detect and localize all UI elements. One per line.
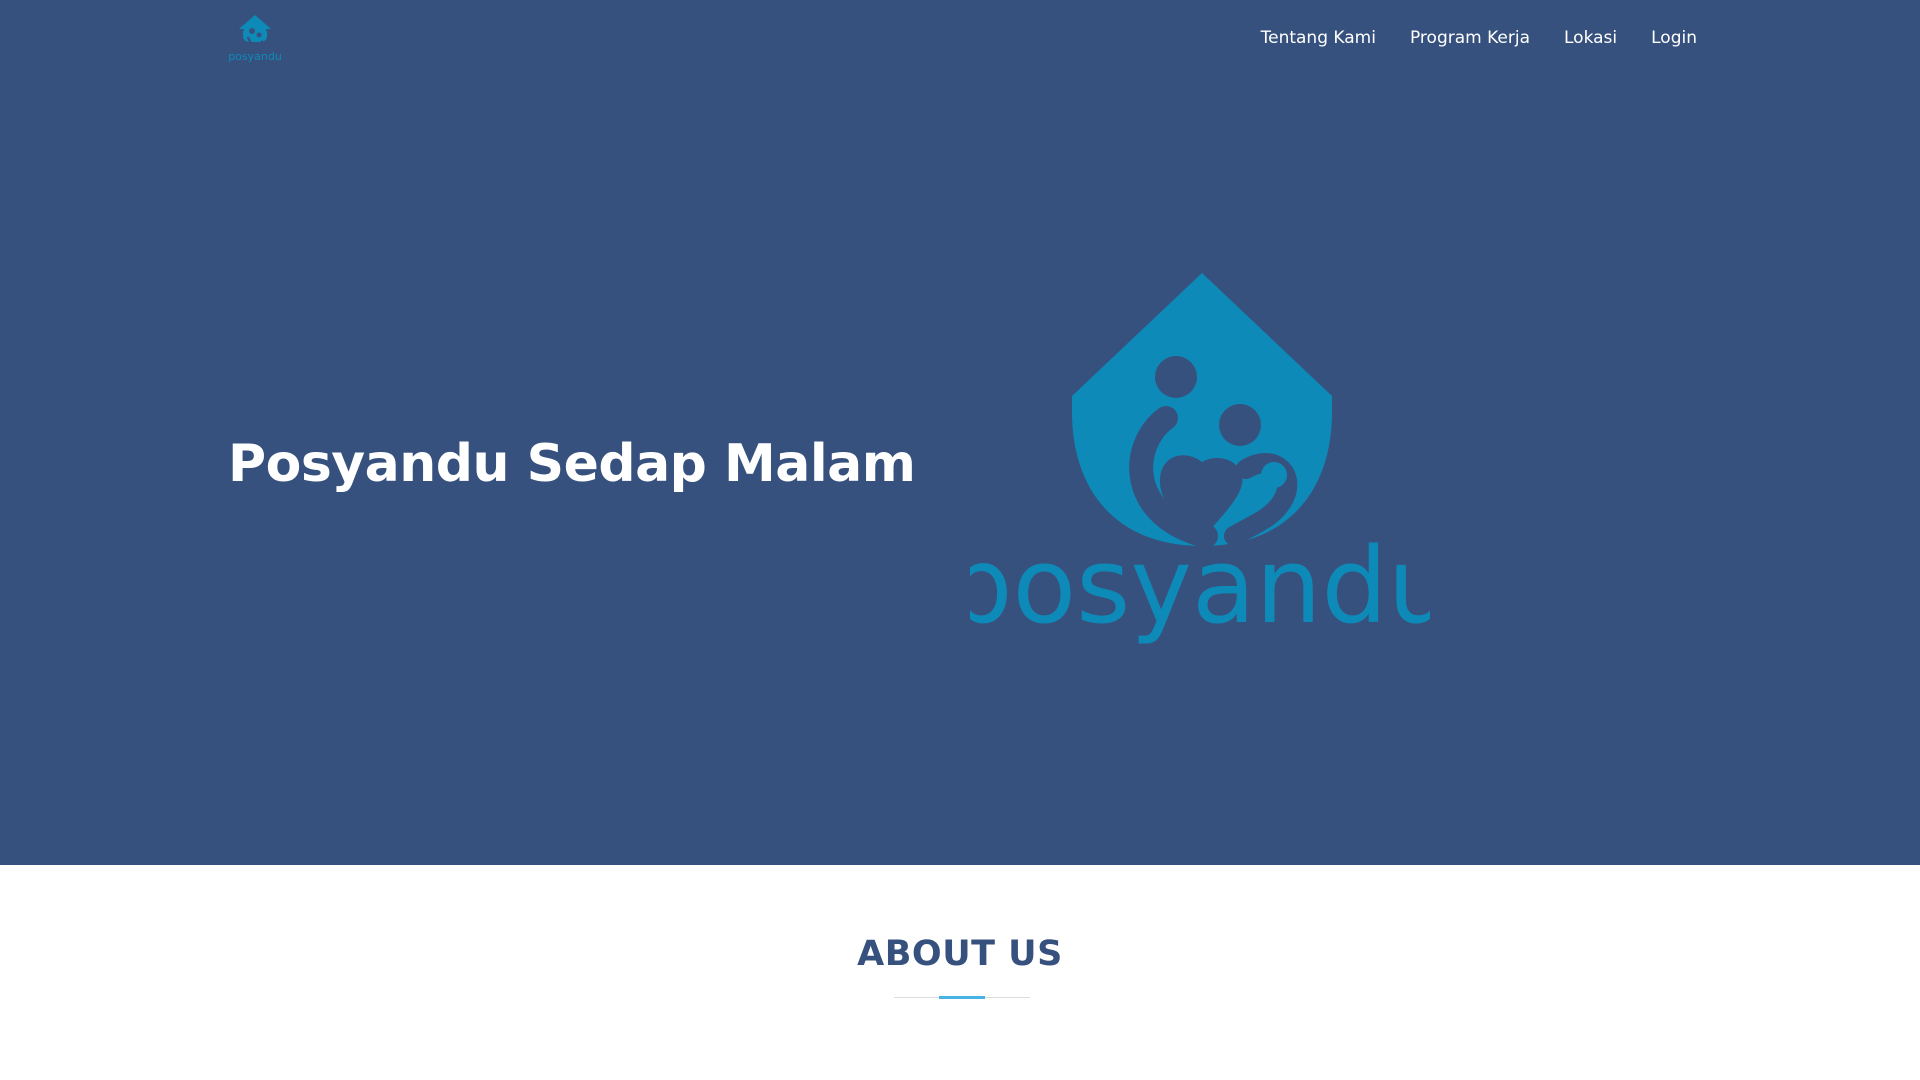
hero-section: posyandu Tentang Kami Program Kerja Loka… xyxy=(0,0,1920,865)
brand-logo-text: posyandu xyxy=(228,50,282,62)
nav-link-lokasi[interactable]: Lokasi xyxy=(1564,24,1617,52)
hero-title: Posyandu Sedap Malam xyxy=(228,434,916,494)
nav-link-program-kerja[interactable]: Program Kerja xyxy=(1410,24,1530,52)
brand-logo-icon: posyandu xyxy=(228,15,282,63)
about-title: ABOUT US xyxy=(857,934,1063,974)
main-nav: Tentang Kami Program Kerja Lokasi Login xyxy=(1261,24,1697,52)
hero-logo-text: posyandu xyxy=(970,525,1430,647)
posyandu-logo-icon: posyandu xyxy=(970,273,1430,647)
about-section: ABOUT US xyxy=(0,865,1920,1080)
brand-logo-link[interactable]: posyandu xyxy=(226,12,284,63)
top-navigation: posyandu Tentang Kami Program Kerja Loka… xyxy=(0,0,1920,76)
nav-link-login[interactable]: Login xyxy=(1651,24,1697,52)
section-divider-accent xyxy=(939,996,985,999)
nav-link-tentang-kami[interactable]: Tentang Kami xyxy=(1261,24,1376,52)
